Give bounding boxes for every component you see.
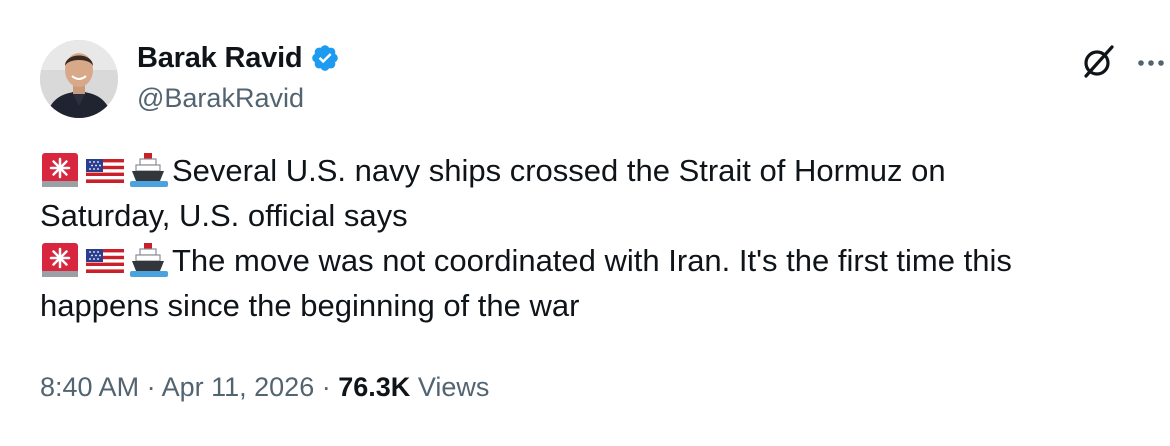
rotating-light-emoji-icon <box>40 151 84 189</box>
tweet-text: Several U.S. navy ships crossed the Stra… <box>40 148 1150 328</box>
views-label: Views <box>417 372 490 402</box>
tweet-line-1: Several U.S. navy ships crossed the Stra… <box>40 148 1150 193</box>
us-flag-emoji-icon <box>84 151 128 189</box>
ship-emoji-icon <box>128 151 172 189</box>
meta-separator: · <box>146 372 156 402</box>
tweet-line-4-text: happens since the beginning of the war <box>40 288 580 323</box>
meta-separator: · <box>321 372 331 402</box>
rotating-light-emoji-icon <box>40 241 84 279</box>
tweet-meta: 8:40 AM · Apr 11, 2026 · 76.3K Views <box>40 372 489 403</box>
views-count: 76.3K <box>338 372 411 402</box>
more-horizontal-icon[interactable] <box>1136 56 1168 68</box>
ship-emoji-icon <box>128 241 172 279</box>
author-handle[interactable]: @BarakRavid <box>137 83 304 114</box>
author-display-name[interactable]: Barak Ravid <box>137 42 303 75</box>
us-flag-emoji-icon <box>84 241 128 279</box>
verified-badge-icon[interactable] <box>310 43 340 73</box>
grok-slash-circle-icon[interactable] <box>1080 42 1118 80</box>
tweet-card: Barak Ravid @BarakRavid Several U.S. nav… <box>0 0 1170 446</box>
tweet-line-3: The move was not coordinated with Iran. … <box>40 238 1150 283</box>
author-name-row: Barak Ravid <box>137 40 340 76</box>
tweet-date: Apr 11, 2026 <box>161 372 315 402</box>
views-link[interactable]: 76.3K Views <box>338 372 489 402</box>
avatar[interactable] <box>40 40 118 118</box>
tweet-line-1-text: Several U.S. navy ships crossed the Stra… <box>172 153 946 188</box>
tweet-timestamp[interactable]: 8:40 AM · Apr 11, 2026 <box>40 372 314 402</box>
tweet-time: 8:40 AM <box>40 372 140 402</box>
tweet-line-3-text: The move was not coordinated with Iran. … <box>172 243 1012 278</box>
tweet-line-2-text: Saturday, U.S. official says <box>40 198 408 233</box>
